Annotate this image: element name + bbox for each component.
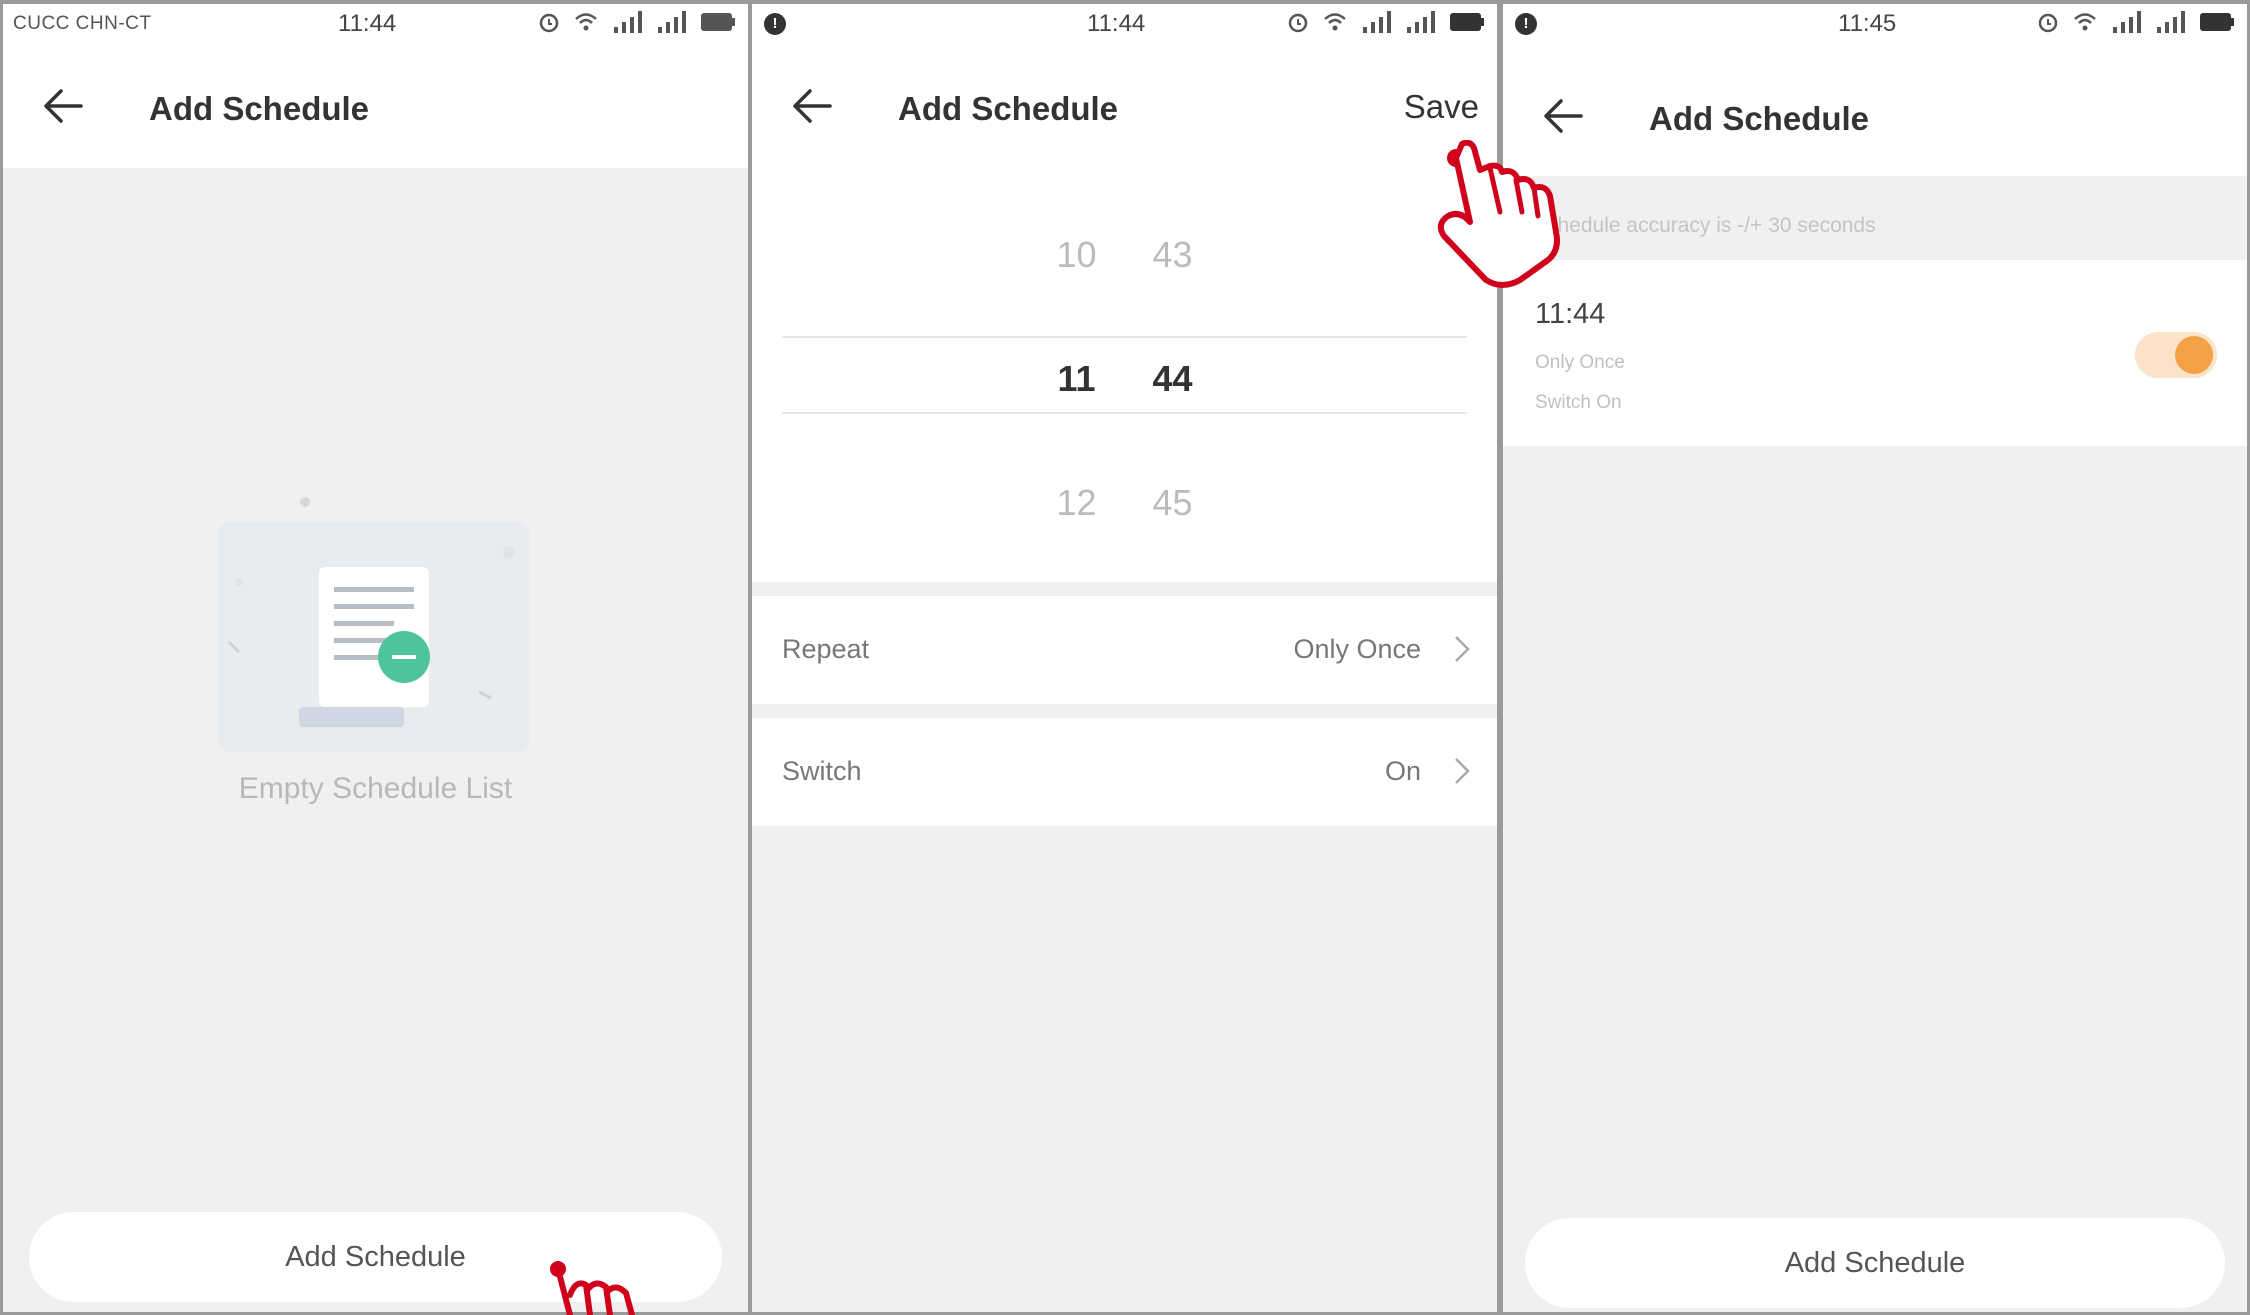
screen-schedule-list: ! 11:45 Add Schedule Schedule accuracy i… bbox=[1503, 4, 2247, 1312]
toggle-knob bbox=[2175, 336, 2213, 374]
minute-option[interactable]: 43 bbox=[1148, 234, 1198, 276]
status-time: 11:44 bbox=[338, 10, 397, 37]
status-bar: ! 11:45 bbox=[1503, 4, 2247, 44]
status-time: 11:45 bbox=[1838, 10, 1897, 37]
screen-empty-schedule: CUCC CHN-CT 11:44 Add Schedule Empty Sch… bbox=[3, 4, 748, 1312]
signal-icon bbox=[658, 11, 686, 33]
wifi-icon bbox=[1324, 13, 1346, 31]
picker-divider bbox=[782, 412, 1467, 414]
picker-row-previous[interactable]: 10 43 bbox=[752, 234, 1497, 276]
schedule-time: 11:44 bbox=[1535, 298, 1606, 330]
battery-icon bbox=[1450, 13, 1484, 31]
chevron-right-icon bbox=[1455, 636, 1470, 662]
empty-state-text: Empty Schedule List bbox=[238, 772, 513, 805]
pointing-hand-icon bbox=[550, 1261, 635, 1315]
save-button[interactable]: Save bbox=[1404, 88, 1479, 126]
alarm-icon bbox=[1288, 13, 1308, 33]
schedule-item[interactable]: 11:44 Only Once Switch On bbox=[1503, 260, 2247, 446]
page-title: Add Schedule bbox=[898, 90, 1119, 127]
hour-option[interactable]: 10 bbox=[1052, 234, 1102, 276]
schedule-accuracy-note: Schedule accuracy is -/+ 30 seconds bbox=[1533, 214, 1876, 237]
signal-icon bbox=[614, 11, 642, 33]
status-icons bbox=[538, 10, 736, 34]
hour-option[interactable]: 12 bbox=[1052, 482, 1102, 524]
repeat-row[interactable]: Repeat Only Once bbox=[752, 596, 1497, 704]
signal-icon bbox=[1407, 11, 1435, 33]
picker-row-selected[interactable]: 11 44 bbox=[752, 358, 1497, 400]
page-title: Add Schedule bbox=[149, 90, 370, 127]
minute-option[interactable]: 45 bbox=[1148, 482, 1198, 524]
notification-badge-icon: ! bbox=[764, 13, 786, 35]
switch-row[interactable]: Switch On bbox=[752, 718, 1497, 826]
picker-row-next[interactable]: 12 45 bbox=[752, 482, 1497, 524]
back-arrow-icon[interactable] bbox=[1543, 98, 1583, 134]
empty-list-illustration bbox=[219, 497, 529, 752]
status-time: 11:44 bbox=[1087, 10, 1146, 37]
wifi-icon bbox=[575, 13, 597, 31]
schedule-enable-toggle[interactable] bbox=[2135, 332, 2217, 378]
app-header: Add Schedule bbox=[3, 44, 748, 168]
carrier-label: CUCC CHN-CT bbox=[13, 13, 152, 34]
picker-divider bbox=[782, 336, 1467, 338]
wifi-icon bbox=[2074, 13, 2096, 31]
switch-label: Switch bbox=[782, 756, 862, 786]
back-arrow-icon[interactable] bbox=[792, 88, 832, 124]
switch-value: On bbox=[1384, 756, 1421, 786]
alarm-icon bbox=[2038, 13, 2058, 33]
status-bar: ! 11:44 bbox=[752, 4, 1497, 44]
status-icons bbox=[1287, 10, 1485, 34]
back-arrow-icon[interactable] bbox=[43, 88, 83, 124]
time-picker[interactable]: 10 43 11 44 12 45 bbox=[752, 168, 1497, 582]
pointing-hand-icon bbox=[1437, 140, 1560, 288]
add-schedule-button[interactable]: Add Schedule bbox=[1525, 1218, 2225, 1308]
schedule-repeat: Only Once bbox=[1535, 352, 1625, 373]
status-bar: CUCC CHN-CT 11:44 bbox=[3, 4, 748, 44]
repeat-label: Repeat bbox=[782, 634, 870, 664]
app-header: Add Schedule Save bbox=[752, 44, 1497, 168]
battery-icon bbox=[701, 13, 735, 31]
schedule-action: Switch On bbox=[1535, 392, 1622, 413]
battery-icon bbox=[2200, 13, 2234, 31]
signal-icon bbox=[2157, 11, 2185, 33]
notification-badge-icon: ! bbox=[1515, 13, 1537, 35]
alarm-icon bbox=[539, 13, 559, 33]
status-icons bbox=[2037, 10, 2235, 34]
tutorial-composite: CUCC CHN-CT 11:44 Add Schedule Empty Sch… bbox=[0, 0, 2250, 1315]
screen-add-schedule-editor: ! 11:44 Add Schedule Save 10 43 11 44 12… bbox=[752, 4, 1497, 1312]
signal-icon bbox=[2113, 11, 2141, 33]
selected-minute[interactable]: 44 bbox=[1148, 358, 1198, 400]
page-title: Add Schedule bbox=[1649, 100, 1870, 137]
repeat-value: Only Once bbox=[1293, 634, 1421, 664]
chevron-right-icon bbox=[1455, 758, 1470, 784]
selected-hour[interactable]: 11 bbox=[1052, 358, 1102, 400]
signal-icon bbox=[1363, 11, 1391, 33]
app-header: Add Schedule bbox=[1503, 44, 2247, 176]
